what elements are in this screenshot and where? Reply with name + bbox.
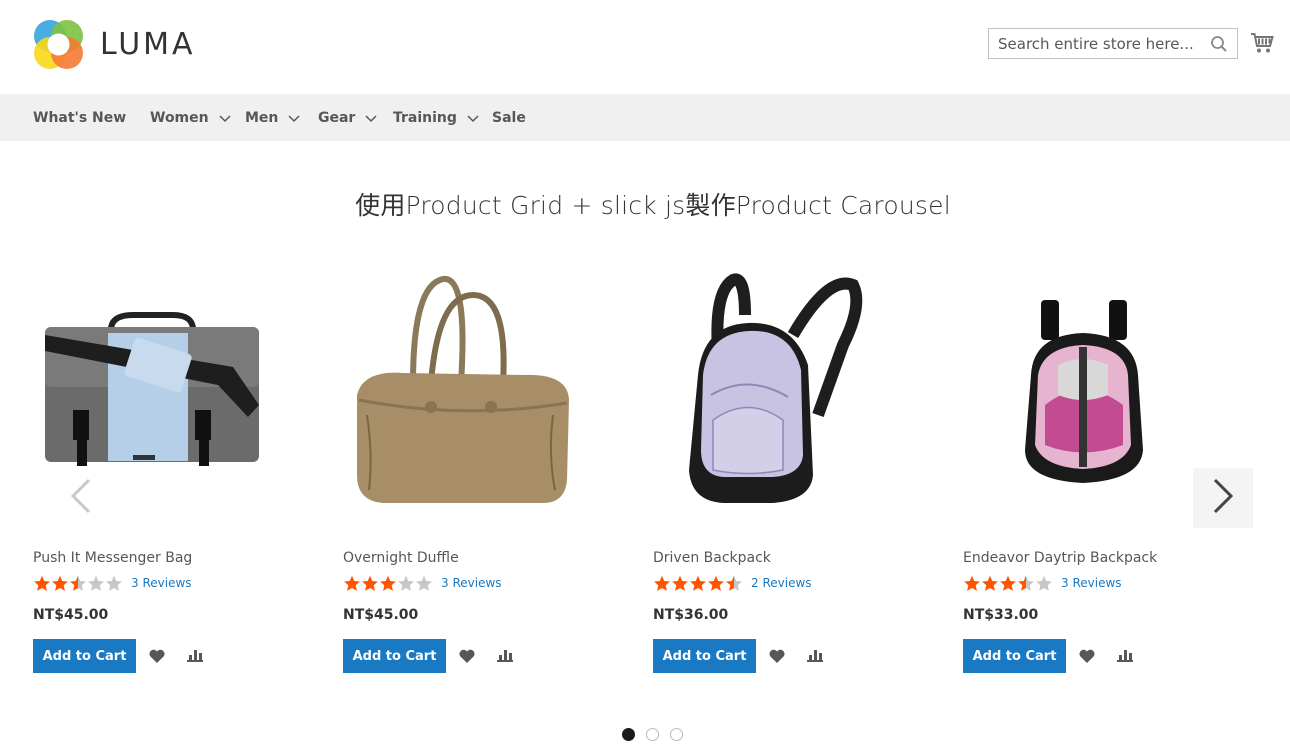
product-actions: Add to Cart — [33, 639, 273, 673]
carousel-dots — [622, 728, 694, 741]
nav-item-label: Women — [150, 109, 209, 126]
compare-icon[interactable] — [184, 645, 206, 667]
product-name[interactable]: Driven Backpack — [653, 550, 893, 566]
nav-item-label: Training — [393, 109, 457, 126]
heart-icon[interactable] — [456, 645, 478, 667]
reviews-link[interactable]: 3 Reviews — [441, 576, 502, 590]
star-icon — [416, 575, 432, 591]
add-to-cart-button[interactable]: Add to Cart — [343, 639, 446, 673]
main-navigation: What's New Women Men Gear Training Sale — [0, 94, 1290, 141]
product-rating: 3 Reviews — [963, 575, 1203, 591]
reviews-link[interactable]: 2 Reviews — [751, 576, 812, 590]
product-image[interactable] — [653, 255, 893, 535]
nav-item-men[interactable]: Men — [245, 94, 300, 141]
heart-icon[interactable] — [146, 645, 168, 667]
page-header: LUMA — [0, 0, 1290, 94]
nav-item-training[interactable]: Training — [393, 94, 479, 141]
product-rating: 3 Reviews — [33, 575, 273, 591]
heart-icon[interactable] — [1076, 645, 1098, 667]
star-icon — [362, 575, 378, 591]
carousel-dot[interactable] — [670, 728, 683, 741]
star-icon — [708, 575, 724, 591]
chevron-left-icon — [69, 478, 93, 519]
star-icon — [672, 575, 688, 591]
nav-item-women[interactable]: Women — [150, 94, 231, 141]
add-to-cart-button[interactable]: Add to Cart — [33, 639, 136, 673]
product-actions: Add to Cart — [653, 639, 893, 673]
nav-item-label: Men — [245, 109, 279, 126]
cart-icon[interactable] — [1250, 32, 1274, 54]
product-actions: Add to Cart — [963, 639, 1203, 673]
star-icon — [654, 575, 670, 591]
carousel-prev-button[interactable] — [51, 468, 111, 528]
heart-icon[interactable] — [766, 645, 788, 667]
product-item: Push It Messenger Bag 3 Reviews NT$45.00… — [33, 255, 273, 673]
compare-icon[interactable] — [494, 645, 516, 667]
product-rating: 2 Reviews — [653, 575, 893, 591]
store-logo[interactable]: LUMA — [33, 19, 196, 70]
star-icon — [1036, 575, 1052, 591]
star-icon — [690, 575, 706, 591]
nav-item-whats-new[interactable]: What's New — [33, 94, 126, 141]
star-icon — [1018, 575, 1034, 591]
nav-item-label: What's New — [33, 109, 127, 126]
search-box — [988, 28, 1238, 59]
star-icon — [398, 575, 414, 591]
product-price: NT$45.00 — [343, 607, 419, 623]
rating-stars — [343, 575, 433, 592]
star-icon — [964, 575, 980, 591]
compare-icon[interactable] — [804, 645, 826, 667]
star-icon — [70, 575, 86, 591]
star-icon — [34, 575, 50, 591]
product-name[interactable]: Push It Messenger Bag — [33, 550, 273, 566]
reviews-link[interactable]: 3 Reviews — [1061, 576, 1122, 590]
logo-text: LUMA — [100, 27, 196, 62]
star-icon — [106, 575, 122, 591]
star-icon — [1000, 575, 1016, 591]
section-title: 使用Product Grid + slick js製作Product Carou… — [355, 191, 951, 220]
product-actions: Add to Cart — [343, 639, 583, 673]
rating-stars — [653, 575, 743, 592]
chevron-down-icon — [467, 112, 479, 124]
product-price: NT$36.00 — [653, 607, 729, 623]
product-item: Endeavor Daytrip Backpack 3 Reviews NT$3… — [963, 255, 1203, 673]
product-item: Driven Backpack 2 Reviews NT$36.00 Add t… — [653, 255, 893, 673]
nav-item-sale[interactable]: Sale — [492, 94, 526, 141]
nav-item-label: Sale — [492, 109, 526, 126]
luma-logo-icon — [33, 19, 84, 70]
chevron-right-icon — [1211, 478, 1235, 519]
product-image[interactable] — [963, 255, 1203, 535]
product-name[interactable]: Endeavor Daytrip Backpack — [963, 550, 1203, 566]
add-to-cart-button[interactable]: Add to Cart — [653, 639, 756, 673]
compare-icon[interactable] — [1114, 645, 1136, 667]
product-item: Overnight Duffle 3 Reviews NT$45.00 Add … — [343, 255, 583, 673]
chevron-down-icon — [288, 112, 300, 124]
star-icon — [982, 575, 998, 591]
chevron-down-icon — [219, 112, 231, 124]
carousel-next-button[interactable] — [1193, 468, 1253, 528]
carousel-dot[interactable] — [646, 728, 659, 741]
star-icon — [380, 575, 396, 591]
product-price: NT$33.00 — [963, 607, 1039, 623]
rating-stars — [33, 575, 123, 592]
search-input[interactable] — [989, 29, 1199, 58]
product-image[interactable] — [343, 255, 583, 535]
star-icon — [52, 575, 68, 591]
star-icon — [344, 575, 360, 591]
product-price: NT$45.00 — [33, 607, 109, 623]
star-icon — [726, 575, 742, 591]
chevron-down-icon — [365, 112, 377, 124]
rating-stars — [963, 575, 1053, 592]
product-rating: 3 Reviews — [343, 575, 583, 591]
search-icon[interactable] — [1210, 35, 1228, 53]
reviews-link[interactable]: 3 Reviews — [131, 576, 192, 590]
nav-item-label: Gear — [318, 109, 356, 126]
add-to-cart-button[interactable]: Add to Cart — [963, 639, 1066, 673]
star-icon — [88, 575, 104, 591]
nav-item-gear[interactable]: Gear — [318, 94, 377, 141]
product-name[interactable]: Overnight Duffle — [343, 550, 583, 566]
carousel-dot[interactable] — [622, 728, 635, 741]
